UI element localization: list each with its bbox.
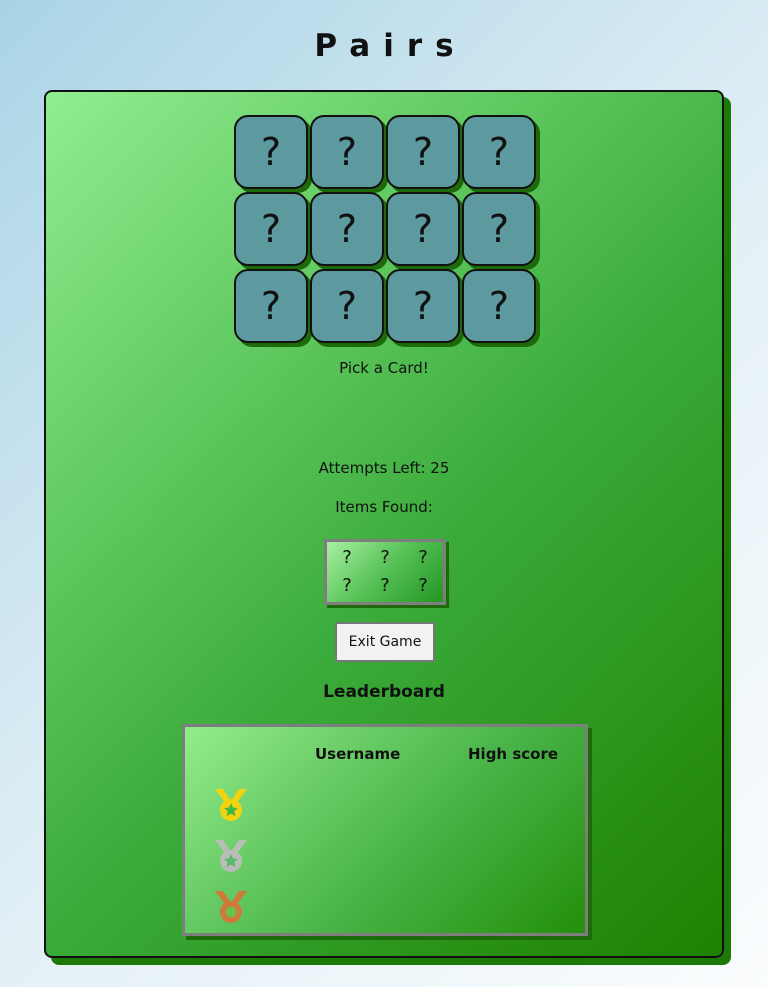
found-slot: ? [380, 547, 390, 568]
card-face: ? [260, 284, 282, 328]
card-1[interactable]: ? [234, 115, 308, 189]
leaderboard-table: Username High score [182, 724, 588, 936]
items-found-box: ? ? ? ? ? ? [324, 539, 446, 605]
card-face: ? [336, 284, 358, 328]
items-found-label: Items Found: [335, 498, 433, 516]
card-11[interactable]: ? [386, 269, 460, 343]
card-12[interactable]: ? [462, 269, 536, 343]
username-header: Username [315, 745, 401, 763]
card-5[interactable]: ? [234, 192, 308, 266]
card-face: ? [260, 130, 282, 174]
card-10[interactable]: ? [310, 269, 384, 343]
card-face: ? [488, 207, 510, 251]
card-3[interactable]: ? [386, 115, 460, 189]
leaderboard-title: Leaderboard [323, 682, 445, 702]
gold-medal-icon [215, 789, 247, 821]
card-4[interactable]: ? [462, 115, 536, 189]
card-face: ? [412, 207, 434, 251]
silver-medal-icon [215, 840, 247, 872]
page-title: Pairs [314, 28, 467, 64]
card-9[interactable]: ? [234, 269, 308, 343]
card-face: ? [488, 284, 510, 328]
found-slot: ? [380, 575, 390, 596]
card-face: ? [336, 207, 358, 251]
card-2[interactable]: ? [310, 115, 384, 189]
card-face: ? [412, 130, 434, 174]
found-slot: ? [342, 575, 352, 596]
exit-game-button[interactable]: Exit Game [335, 622, 435, 662]
bronze-medal-icon [215, 891, 247, 923]
high-score-header: High score [468, 745, 559, 763]
attempts-left: Attempts Left: 25 [318, 459, 450, 477]
card-face: ? [412, 284, 434, 328]
found-slot: ? [418, 575, 428, 596]
card-face: ? [260, 207, 282, 251]
card-6[interactable]: ? [310, 192, 384, 266]
found-slot: ? [342, 547, 352, 568]
game-board: ? ? ? ? ? ? ? ? ? ? ? ? Pick a Card! Att… [44, 90, 724, 958]
card-7[interactable]: ? [386, 192, 460, 266]
card-face: ? [336, 130, 358, 174]
card-grid: ? ? ? ? ? ? ? ? ? ? ? ? [234, 115, 538, 343]
found-slot: ? [418, 547, 428, 568]
status-message: Pick a Card! [339, 359, 429, 377]
card-8[interactable]: ? [462, 192, 536, 266]
card-face: ? [488, 130, 510, 174]
